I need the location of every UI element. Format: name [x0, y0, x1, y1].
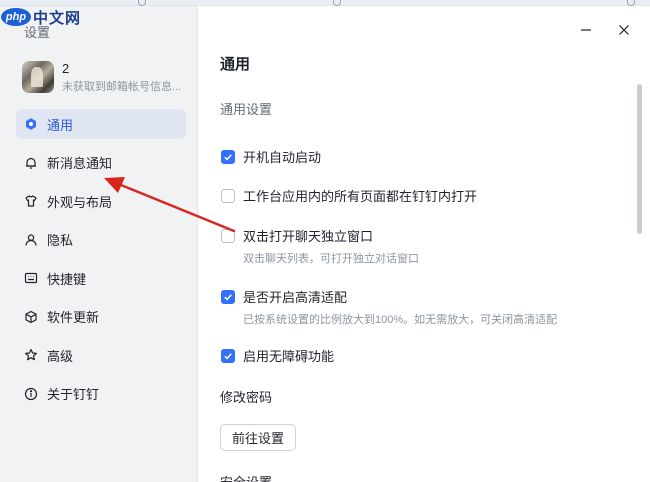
profile-card[interactable]: 2 未获取到邮箱帐号信息...	[22, 60, 192, 94]
page-title: 通用	[220, 56, 251, 73]
sidebar-item-label: 高级	[47, 348, 74, 364]
sidebar-item-label: 通用	[47, 117, 74, 133]
section-label: 通用设置	[220, 102, 273, 117]
settings-sidebar: php 中文网 设置 2 未获取到邮箱帐号信息... 通用 新消息通知 外观与布…	[0, 6, 198, 482]
close-icon	[619, 25, 629, 35]
accessibility-checkbox[interactable]: 启用无障碍功能	[221, 346, 334, 365]
sidebar-item-about[interactable]: 关于钉钉	[16, 379, 186, 409]
close-button[interactable]	[616, 22, 632, 38]
checkbox-checked-icon[interactable]	[221, 348, 235, 363]
checkbox-unchecked-icon[interactable]	[221, 228, 235, 243]
option-description: 已按系统设置的比例放大到100%。如无需放大，可关闭高清适配	[243, 314, 558, 326]
person-icon	[24, 233, 38, 247]
cube-icon	[24, 310, 38, 324]
star-icon	[24, 348, 38, 362]
settings-dot-icon	[24, 117, 38, 131]
option-label: 双击打开聊天独立窗口	[243, 229, 374, 244]
sidebar-title: 设置	[24, 25, 51, 40]
scrollbar[interactable]	[637, 84, 642, 234]
security-heading: 安全设置	[220, 472, 272, 482]
shirt-icon	[24, 194, 38, 208]
open-in-app-checkbox[interactable]: 工作台应用内的所有页面都在钉钉内打开	[221, 186, 477, 205]
password-heading: 修改密码	[220, 390, 273, 405]
sidebar-item-shortcuts[interactable]: 快捷键	[16, 263, 186, 293]
option-label: 启用无障碍功能	[243, 349, 335, 364]
sidebar-item-label: 快捷键	[47, 271, 87, 287]
bell-icon	[24, 156, 38, 170]
sidebar-item-label: 软件更新	[47, 310, 100, 325]
sidebar-item-label: 新消息通知	[47, 156, 113, 171]
checkbox-checked-icon[interactable]	[221, 149, 235, 164]
avatar[interactable]	[22, 61, 54, 93]
option-label: 是否开启高清适配	[243, 290, 348, 305]
settings-main: 通用 通用设置 开机自动启动 工作台应用内的所有页面都在钉钉内打开 双击打开聊天…	[199, 6, 650, 482]
sidebar-item-advanced[interactable]: 高级	[16, 340, 186, 370]
info-icon	[24, 387, 38, 401]
sidebar-item-privacy[interactable]: 隐私	[16, 225, 186, 255]
sidebar-item-update[interactable]: 软件更新	[16, 302, 186, 332]
sidebar-item-label: 外观与布局	[47, 194, 113, 210]
sidebar-item-general[interactable]: 通用	[16, 109, 186, 139]
option-label: 工作台应用内的所有页面都在钉钉内打开	[243, 189, 478, 204]
profile-subtitle: 未获取到邮箱帐号信息...	[62, 80, 182, 93]
option-description: 双击聊天列表，可打开独立对话窗口	[243, 253, 419, 265]
settings-nav: 通用 新消息通知 外观与布局 隐私 快捷键 软件更新 高级 关于钉钉	[16, 109, 186, 417]
profile-name: 2	[62, 60, 70, 76]
sidebar-item-appearance[interactable]: 外观与布局	[16, 186, 186, 216]
hd-adapt-checkbox[interactable]: 是否开启高清适配	[221, 287, 347, 306]
checkbox-unchecked-icon[interactable]	[221, 188, 235, 203]
double-click-window-checkbox[interactable]: 双击打开聊天独立窗口	[221, 226, 373, 245]
sidebar-item-label: 隐私	[47, 233, 74, 248]
keyboard-icon	[24, 271, 38, 285]
sidebar-item-label: 关于钉钉	[47, 387, 100, 402]
goto-settings-button[interactable]: 前往设置	[220, 424, 296, 451]
checkbox-checked-icon[interactable]	[221, 289, 235, 304]
sidebar-item-notifications[interactable]: 新消息通知	[16, 148, 186, 178]
minimize-icon	[581, 29, 591, 31]
auto-start-checkbox[interactable]: 开机自动启动	[221, 147, 321, 166]
minimize-button[interactable]	[578, 22, 594, 38]
option-label: 开机自动启动	[243, 150, 322, 165]
